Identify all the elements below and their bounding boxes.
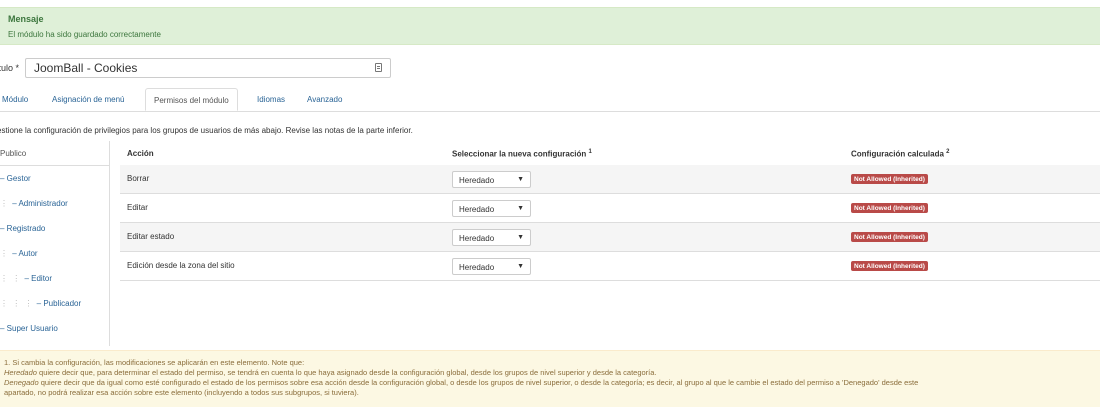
setting-select[interactable]: Heredado ▼ xyxy=(452,229,531,246)
note-line: Denegado quiere decir que da igual como … xyxy=(4,378,1100,388)
note-term: Denegado xyxy=(4,378,39,387)
header-computed-footnote: 2 xyxy=(946,149,950,155)
action-label: Editar xyxy=(127,203,148,212)
permissions-notes: 1. Si cambia la configuración, las modif… xyxy=(0,350,1100,407)
tree-guide: ⋮ ⋮ ⋮ xyxy=(0,299,37,308)
header-select-label: Seleccionar la nueva configuración xyxy=(452,149,587,159)
tree-guide: ⋮ xyxy=(0,249,13,258)
chevron-down-icon: ▼ xyxy=(517,263,524,270)
chevron-down-icon: ▼ xyxy=(517,176,524,183)
success-message: Mensaje El módulo ha sido guardado corre… xyxy=(0,7,1100,45)
tab-permisos[interactable]: Permisos del módulo xyxy=(145,88,238,111)
message-text: El módulo ha sido guardado correctamente xyxy=(8,30,161,39)
group-label: – Publicador xyxy=(36,299,82,308)
list-icon[interactable] xyxy=(375,63,382,72)
computed-status-badge: Not Allowed (Inherited) xyxy=(851,203,928,213)
action-label: Editar estado xyxy=(127,232,175,241)
tab-avanzado[interactable]: Avanzado xyxy=(307,88,342,111)
tab-modulo[interactable]: Módulo xyxy=(2,88,28,111)
setting-select[interactable]: Heredado ▼ xyxy=(452,171,531,188)
setting-select[interactable]: Heredado ▼ xyxy=(452,200,531,217)
tree-guide: ⋮ ⋮ xyxy=(0,274,25,283)
group-item[interactable]: – Super Usuario xyxy=(0,316,109,341)
computed-status-badge: Not Allowed (Inherited) xyxy=(851,174,928,184)
group-item[interactable]: – Registrado xyxy=(0,216,109,241)
group-label: – Registrado xyxy=(0,224,46,233)
table-row: Borrar Heredado ▼ Not Allowed (Inherited) xyxy=(120,165,1100,194)
title-value: JoomBall - Cookies xyxy=(34,61,138,75)
group-label: – Autor xyxy=(12,249,38,258)
chevron-down-icon: ▼ xyxy=(517,205,524,212)
note-line: apartado, no podrá realizar esa acción s… xyxy=(4,388,359,397)
note-line: 1. Si cambia la configuración, las modif… xyxy=(4,358,305,367)
permissions-description: estione la configuración de privilegios … xyxy=(0,126,413,135)
group-label: – Super Usuario xyxy=(0,324,58,333)
tab-idiomas[interactable]: Idiomas xyxy=(257,88,285,111)
table-row: Editar Heredado ▼ Not Allowed (Inherited) xyxy=(120,194,1100,223)
setting-select[interactable]: Heredado ▼ xyxy=(452,258,531,275)
header-computed: Configuración calculada 2 xyxy=(851,149,949,159)
tab-asignacion-menu[interactable]: Asignación de menú xyxy=(52,88,125,111)
action-label: Borrar xyxy=(127,174,150,183)
group-item[interactable]: ⋮ – Administrador xyxy=(0,191,109,216)
table-row: Editar estado Heredado ▼ Not Allowed (Inh… xyxy=(120,223,1100,252)
select-value: Heredado xyxy=(459,263,495,272)
group-label: – Administrador xyxy=(12,199,68,208)
header-computed-label: Configuración calculada xyxy=(851,149,944,159)
group-label: Publico xyxy=(0,149,27,158)
user-groups-list: Publico – Gestor ⋮ – Administrador – Reg… xyxy=(0,141,110,346)
title-input[interactable]: JoomBall - Cookies xyxy=(25,58,391,78)
tab-bar: Módulo Asignación de menú Permisos del m… xyxy=(0,88,1100,112)
group-item[interactable]: ⋮ ⋮ ⋮ – Publicador xyxy=(0,291,109,316)
header-action: Acción xyxy=(127,149,154,158)
chevron-down-icon: ▼ xyxy=(517,234,524,241)
group-item[interactable]: Publico xyxy=(0,141,109,166)
title-label: ítulo * xyxy=(0,63,20,73)
table-header: Acción Seleccionar la nueva configuració… xyxy=(120,141,1100,166)
action-label: Edición desde la zona del sitio xyxy=(127,261,235,270)
note-term: Heredado xyxy=(4,368,37,377)
group-item[interactable]: ⋮ – Autor xyxy=(0,241,109,266)
note-text: quiere decir que da igual como esté conf… xyxy=(38,378,919,387)
header-select-footnote: 1 xyxy=(588,149,592,155)
computed-status-badge: Not Allowed (Inherited) xyxy=(851,232,928,242)
header-select: Seleccionar la nueva configuración 1 xyxy=(452,149,592,159)
group-label: – Gestor xyxy=(0,174,31,183)
group-item[interactable]: – Gestor xyxy=(0,166,109,191)
computed-status-badge: Not Allowed (Inherited) xyxy=(851,261,928,271)
select-value: Heredado xyxy=(459,176,495,185)
group-label: – Editor xyxy=(24,274,53,283)
table-row: Edición desde la zona del sitio Heredado… xyxy=(120,252,1100,281)
select-value: Heredado xyxy=(459,234,495,243)
group-item[interactable]: ⋮ ⋮ – Editor xyxy=(0,266,109,291)
note-text: quiere decir que, para determinar el est… xyxy=(36,368,657,377)
title-row: ítulo * JoomBall - Cookies xyxy=(0,58,400,82)
select-value: Heredado xyxy=(459,205,495,214)
note-line: Heredado quiere decir que, para determin… xyxy=(4,368,1100,378)
message-heading: Mensaje xyxy=(8,14,44,24)
tree-guide: ⋮ xyxy=(0,199,13,208)
